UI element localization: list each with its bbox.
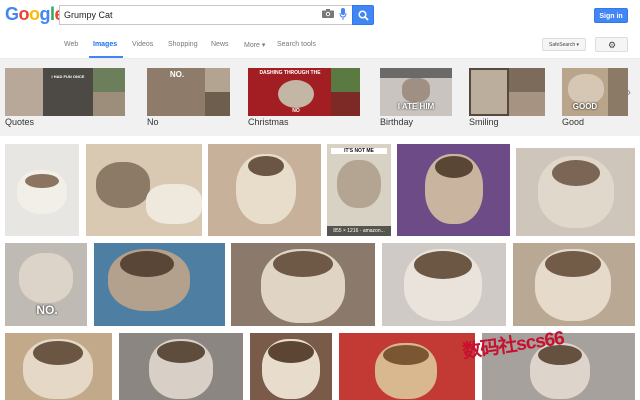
image-result[interactable] [5,333,112,400]
image-result[interactable] [397,144,510,236]
caption-text: I HAD FUN ONCE [51,74,85,79]
image-result[interactable] [382,243,506,326]
search-button[interactable] [352,5,374,25]
image-result[interactable] [250,333,332,400]
related-label-quotes[interactable]: Quotes [5,117,34,127]
image-result[interactable]: IT'S NOT ME 855 × 1216 · amazon... [327,144,391,236]
related-good-thumbnail[interactable]: GOOD [562,68,628,116]
search-box [59,5,352,25]
caption-text: NO. [36,303,58,317]
search-icon [358,10,369,21]
tab-videos[interactable]: Videos [132,41,153,48]
tab-images[interactable]: Images [93,41,117,48]
image-result[interactable] [208,144,321,236]
related-smiling-thumbnail[interactable] [469,68,545,116]
tab-more[interactable]: More ▾ [244,41,265,49]
image-result[interactable] [86,144,202,236]
related-label-no[interactable]: No [147,117,159,127]
caption-text: NO [292,108,300,114]
logo-letter: G [5,4,19,24]
settings-button[interactable]: ⚙ [595,37,628,52]
related-birthday-thumbnail[interactable]: I ATE HIM [380,68,452,116]
logo-letter: o [29,4,40,24]
tab-web[interactable]: Web [64,41,78,48]
related-label-birthday[interactable]: Birthday [380,117,413,127]
sign-in-button[interactable]: Sign in [594,8,628,23]
image-result[interactable] [513,243,635,326]
tab-shopping[interactable]: Shopping [168,41,198,48]
image-dimensions-label: 855 × 1216 · amazon... [327,226,391,236]
caption-text: GOOD [572,102,598,111]
caption-text: DASHING THROUGH THE [259,70,321,76]
image-result[interactable] [516,148,635,236]
tab-news[interactable]: News [211,41,229,48]
caption-text: I ATE HIM [397,102,435,111]
image-result[interactable] [5,144,79,236]
gear-icon: ⚙ [608,40,617,50]
related-christmas-thumbnail[interactable]: DASHING THROUGH THE NO [248,68,360,116]
image-result[interactable] [119,333,243,400]
safesearch-dropdown[interactable]: SafeSearch ▾ [542,38,586,51]
logo-letter: g [39,4,51,24]
image-result[interactable]: NO. [5,243,87,326]
active-tab-indicator [89,56,123,58]
related-label-good[interactable]: Good [562,117,584,127]
image-result[interactable] [339,333,475,400]
related-label-christmas[interactable]: Christmas [248,117,289,127]
top-bar: Google Sign in [0,0,640,30]
related-label-smiling[interactable]: Smiling [469,117,499,127]
related-no-thumbnail[interactable]: NO. [147,68,230,116]
chevron-right-icon[interactable]: › [627,85,631,99]
tab-search-tools[interactable]: Search tools [277,41,316,48]
caption-text: NO. [169,70,185,79]
search-input[interactable] [64,7,314,23]
microphone-icon[interactable] [339,8,347,20]
related-quotes-thumbnail[interactable]: I HAD FUN ONCE [5,68,125,116]
logo-letter: o [18,4,30,24]
camera-icon[interactable] [322,9,334,18]
image-result[interactable] [231,243,375,326]
google-logo[interactable]: Google [5,4,65,25]
image-result[interactable] [94,243,225,326]
caption-text: IT'S NOT ME [331,148,387,154]
